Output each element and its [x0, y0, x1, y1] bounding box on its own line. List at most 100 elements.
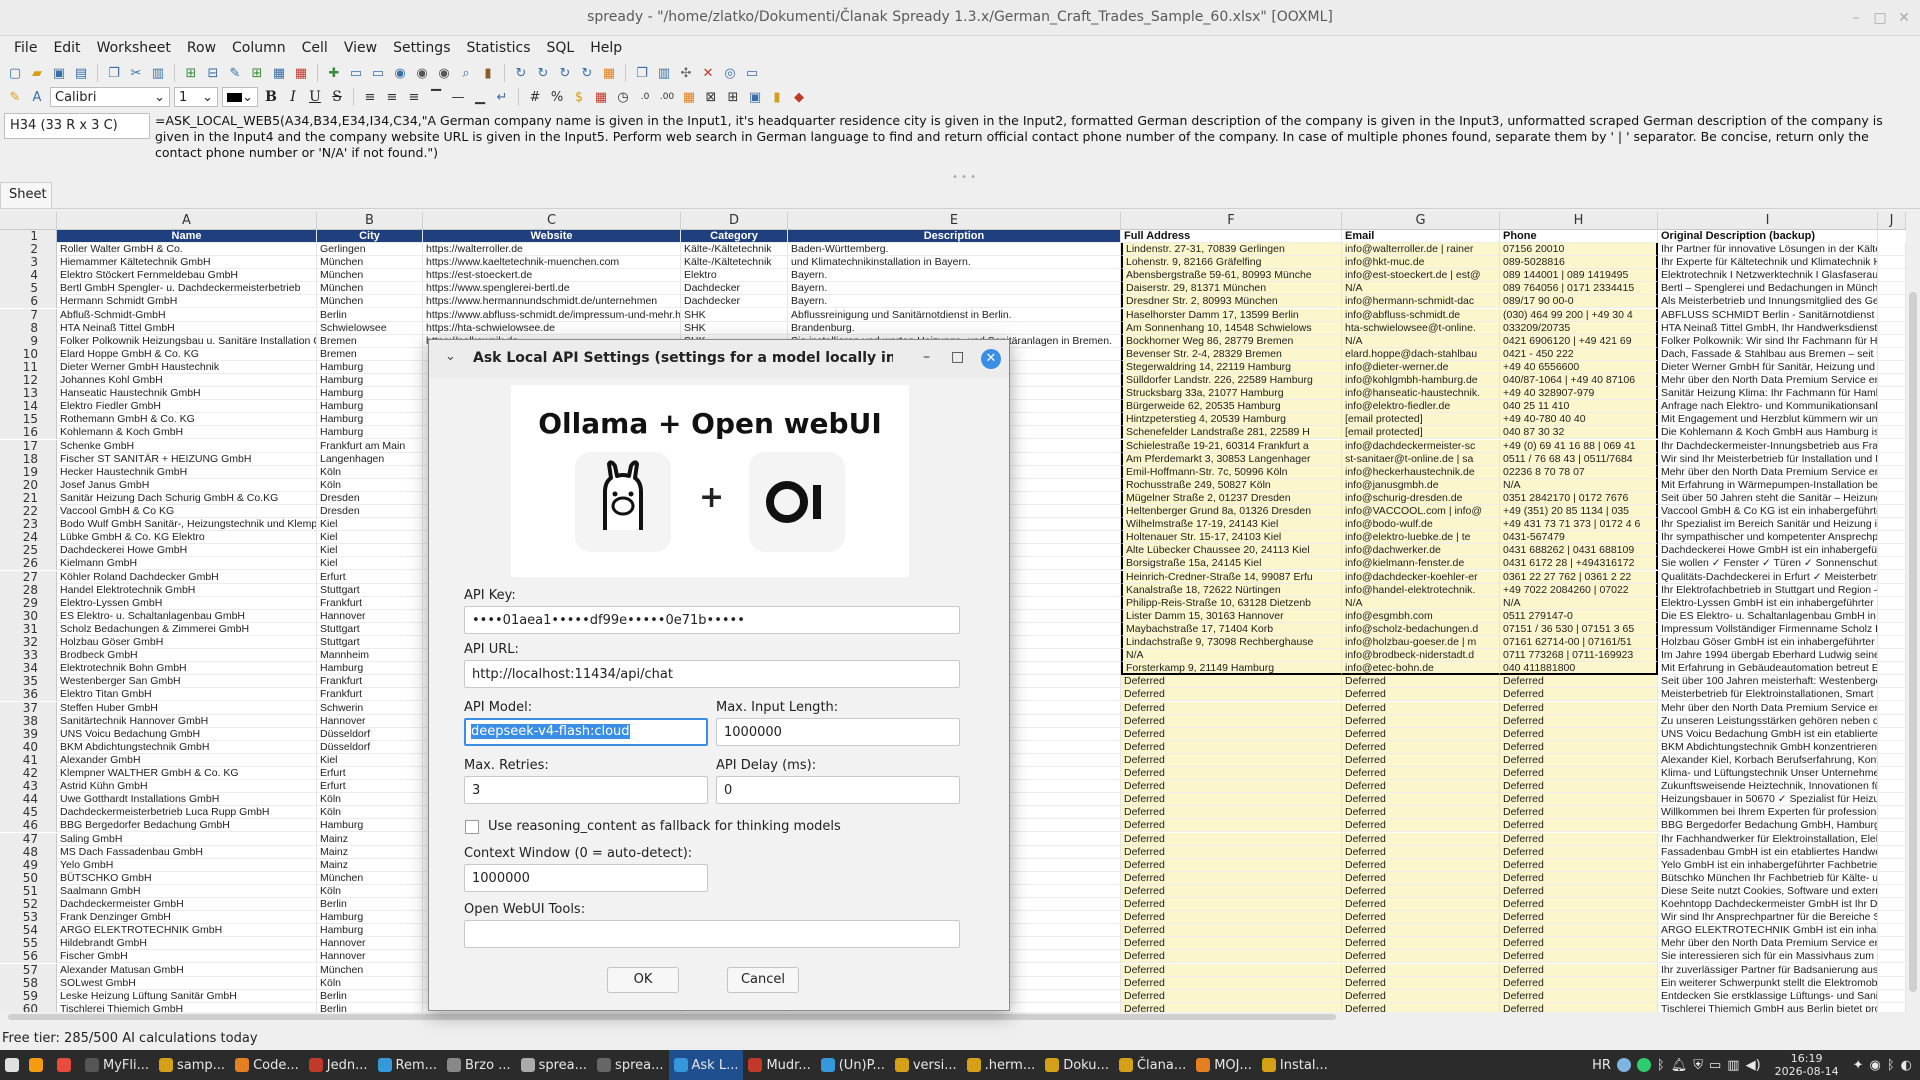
cell-original-description[interactable]: Heizungsbauer in 50670 ✓ Spezialist für … [1658, 793, 1878, 807]
cell-city[interactable]: Hamburg [317, 426, 423, 440]
cell-email[interactable]: Deferred [1342, 845, 1500, 859]
taskbar-item[interactable]: .herm... [962, 1050, 1041, 1080]
cell-category[interactable]: Dachdecker [681, 282, 788, 296]
cell-city[interactable]: Berlin [317, 308, 423, 322]
cell-city[interactable]: Kiel [317, 518, 423, 532]
cell-name[interactable]: Elektrotechnik Bohn GmbH [57, 662, 317, 676]
cell-city[interactable]: Dresden [317, 491, 423, 505]
cell-full-address[interactable]: Maybachstraße 17, 71404 Korb [1121, 622, 1342, 636]
taskbar-item[interactable]: MOJ... [1191, 1050, 1257, 1080]
cell-email[interactable]: info@janusgmbh.de [1342, 478, 1500, 492]
cell-full-address[interactable]: Deferred [1121, 688, 1342, 702]
cell-full-address[interactable]: Deferred [1121, 924, 1342, 938]
cell-name[interactable]: Hiemammer Kältetechnik GmbH [57, 256, 317, 270]
cell-extra[interactable] [1878, 806, 1906, 820]
cell-full-address[interactable]: Lister Damm 15, 30163 Hannover [1121, 609, 1342, 623]
delete-row-icon[interactable]: ⊟ [204, 64, 222, 82]
cell-website[interactable]: https://www.abfluss-schmidt.de/impressum… [423, 308, 681, 322]
row-number[interactable]: 46 [0, 819, 57, 833]
row-number[interactable]: 43 [0, 780, 57, 794]
time-icon[interactable]: ◷ [614, 88, 632, 106]
cell-full-address[interactable]: Forsterkamp 9, 21149 Hamburg [1121, 662, 1342, 676]
cell-email[interactable]: Deferred [1342, 701, 1500, 715]
cell-category[interactable]: SHK [681, 308, 788, 322]
context-window-input[interactable]: 1000000 [464, 864, 708, 892]
row-number[interactable]: 12 [0, 374, 57, 387]
cell-extra[interactable] [1878, 858, 1906, 872]
taskbar-item[interactable]: Doku... [1040, 1050, 1114, 1080]
cell-original-description[interactable]: Als Meisterbetrieb und Innungsmitglied d… [1658, 295, 1878, 309]
cell-full-address[interactable]: Schielestraße 19-21, 60314 Frankfurt a [1121, 439, 1342, 453]
cell-email[interactable]: N/A [1342, 596, 1500, 610]
row-number[interactable]: 16 [0, 426, 57, 440]
cell-city[interactable]: Stuttgart [317, 583, 423, 597]
cell-full-address[interactable]: Sülldorfer Landstr. 226, 22589 Hamburg [1121, 374, 1342, 387]
cell-original-description[interactable]: Willkommen bei Ihrem Experten für profes… [1658, 806, 1878, 820]
cell-full-address[interactable]: Deferred [1121, 793, 1342, 807]
cell-extra[interactable] [1878, 531, 1906, 545]
cell-extra[interactable] [1878, 360, 1906, 374]
header-cell-email[interactable]: Email [1342, 230, 1500, 243]
cell-original-description[interactable]: Ihr Elektrofachbetrieb in Stuttgart und … [1658, 583, 1878, 597]
cell-email[interactable]: info@heckerhaustechnik.de [1342, 465, 1500, 479]
search-icon[interactable]: ⌕ [457, 64, 475, 82]
row-number[interactable]: 47 [0, 832, 57, 846]
cell-full-address[interactable]: Deferred [1121, 701, 1342, 715]
sync-icon[interactable] [1636, 1058, 1651, 1072]
row-number[interactable]: 32 [0, 636, 57, 649]
cell-extra[interactable] [1878, 452, 1906, 466]
column-header-b[interactable]: B [317, 212, 423, 230]
cell-extra[interactable] [1878, 636, 1906, 649]
cell-phone[interactable]: Deferred [1500, 675, 1658, 689]
cell-website[interactable]: https://hta-schwielowsee.de [423, 321, 681, 335]
cell-city[interactable]: München [317, 282, 423, 296]
row-number[interactable]: 36 [0, 688, 57, 702]
cell-name[interactable]: Vaccool GmbH & Co KG [57, 505, 317, 518]
cell-phone[interactable]: 0361 22 27 762 | 0361 2 22 [1500, 570, 1658, 584]
cell-original-description[interactable]: Vaccool GmbH & Co KG ist ein inhabergefü… [1658, 505, 1878, 518]
cell-phone[interactable]: +49 40-780 40 40 [1500, 413, 1658, 427]
cell-extra[interactable] [1878, 295, 1906, 309]
volume-icon[interactable]: ◀) [1746, 1058, 1761, 1073]
cell-extra[interactable] [1878, 374, 1906, 387]
ok-button[interactable]: OK [607, 967, 679, 993]
cell-original-description[interactable]: Ihr Experte für Kältetechnik und Klimate… [1658, 256, 1878, 270]
header-cell-city[interactable]: City [317, 230, 423, 243]
cell-email[interactable]: info@scholz-bedachungen.d [1342, 622, 1500, 636]
row-number[interactable]: 20 [0, 478, 57, 492]
telegram-icon[interactable] [1616, 1058, 1631, 1072]
cell-original-description[interactable]: Sie wollen ✓ Fenster ✓ Türen ✓ Sonnensch… [1658, 557, 1878, 571]
cell-city[interactable]: Kiel [317, 531, 423, 545]
cell-full-address[interactable]: Am Pferdemarkt 3, 30853 Langenhager [1121, 452, 1342, 466]
cell-full-address[interactable]: Deferred [1121, 767, 1342, 780]
taskbar-item[interactable]: (Un)P... [816, 1050, 890, 1080]
cell-phone[interactable]: 07151 / 36 530 | 07151 3 65 [1500, 622, 1658, 636]
cell-city[interactable]: Langenhagen [317, 452, 423, 466]
column-header-d[interactable]: D [681, 212, 788, 230]
notification-bell-icon[interactable]: 🔔︎ [1671, 1058, 1688, 1073]
cell-city[interactable]: Berlin [317, 898, 423, 911]
row-number[interactable]: 31 [0, 622, 57, 636]
row-number[interactable]: 33 [0, 649, 57, 663]
cell-full-address[interactable]: Deferred [1121, 976, 1342, 990]
cell-email[interactable]: Deferred [1342, 819, 1500, 833]
cell-name[interactable]: UNS Voicu Bedachung GmbH [57, 727, 317, 741]
cell-extra[interactable] [1878, 832, 1906, 846]
align-left-icon[interactable]: ≡ [361, 88, 379, 106]
cell-phone[interactable]: Deferred [1500, 727, 1658, 741]
column-header-f[interactable]: F [1121, 212, 1342, 230]
font-size-select[interactable]: 1 ⌄ [174, 87, 218, 107]
cell-extra[interactable] [1878, 727, 1906, 741]
api-key-input[interactable]: ••••01aea1•••••df99e•••••0e71b••••• [464, 606, 960, 634]
cell-name[interactable]: Alexander GmbH [57, 753, 317, 767]
reasoning-fallback-checkbox[interactable] [465, 820, 479, 834]
cell-email[interactable]: Deferred [1342, 806, 1500, 820]
row-number[interactable]: 25 [0, 544, 57, 558]
menu-edit[interactable]: Edit [45, 36, 88, 61]
cell-email[interactable]: Deferred [1342, 976, 1500, 990]
menu-worksheet[interactable]: Worksheet [89, 36, 179, 61]
cell-name[interactable]: Dachdeckerei Howe GmbH [57, 544, 317, 558]
cell-city[interactable]: Frankfurt am Main [317, 439, 423, 453]
column-header-c[interactable]: C [423, 212, 681, 230]
cell-full-address[interactable]: Borsigstraße 15a, 24145 Kiel [1121, 557, 1342, 571]
